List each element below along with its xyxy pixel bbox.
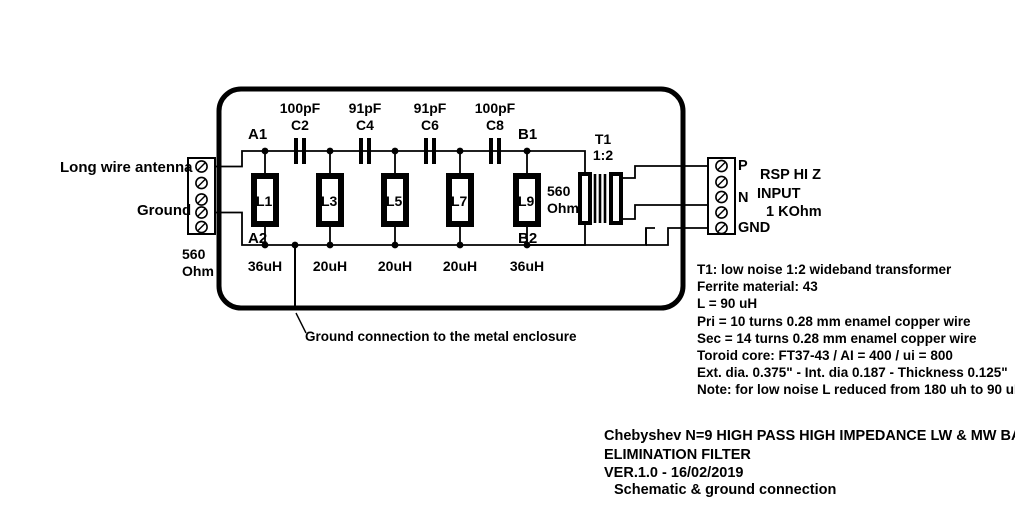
ground-connection-note: Ground connection to the metal enclosure <box>305 329 577 344</box>
inductor-l3-ref: L3 <box>321 193 338 209</box>
transformer-spec-block: T1: low noise 1:2 wideband transformer F… <box>697 262 1015 398</box>
transformer-secondary-coil <box>609 172 623 225</box>
schematic-canvas: Long wire antenna Ground 560 Ohm A1 A2 B… <box>0 0 1015 526</box>
input-resistor-label: 560 Ohm <box>182 246 214 279</box>
output-label-n: N <box>738 190 749 206</box>
ground-label: Ground <box>137 202 192 219</box>
title-line-1: Chebyshev N=9 HIGH PASS HIGH IMPEDANCE L… <box>604 428 1015 444</box>
title-subtitle: Schematic & ground connection <box>614 482 837 498</box>
output-label-p: P <box>738 158 748 174</box>
transformer-secondary-wires <box>621 165 709 220</box>
capacitor-c2-value: 100pF <box>279 100 321 116</box>
rsp-input-line3: 1 KOhm <box>766 204 822 220</box>
capacitor-c6-value: 91pF <box>413 100 447 116</box>
capacitor-c4-value: 91pF <box>348 100 382 116</box>
rsp-input-line2: INPUT <box>757 186 801 202</box>
inductor-l5-ref: L5 <box>386 193 403 209</box>
transformer-ref: T1 <box>594 131 612 147</box>
inductor-l7-value: 20uH <box>442 258 478 274</box>
inductor-l9-value: 36uH <box>509 258 545 274</box>
inductor-l3-value: 20uH <box>312 258 348 274</box>
title-line-3: VER.1.0 - 16/02/2019 <box>604 465 744 481</box>
capacitor-c6-ref: C6 <box>421 117 439 133</box>
capacitor-c2-ref: C2 <box>291 117 309 133</box>
capacitor-c8-value: 100pF <box>474 100 516 116</box>
inductor-l5-value: 20uH <box>377 258 413 274</box>
node-label-b2: B2 <box>518 230 538 247</box>
inductor-l1-value: 36uH <box>247 258 283 274</box>
transformer-ratio: 1:2 <box>592 147 614 163</box>
title-line-2: ELIMINATION FILTER <box>604 446 751 463</box>
antenna-label: Long wire antenna <box>60 159 193 176</box>
rsp-input-line1: RSP HI Z <box>760 167 821 183</box>
transformer-core <box>593 174 607 223</box>
capacitor-c4-ref: C4 <box>356 117 374 133</box>
inductor-l1-ref: L1 <box>256 193 273 209</box>
inductor-l9-ref: L9 <box>518 193 535 209</box>
output-label-gnd: GND <box>738 220 771 236</box>
capacitor-c8-ref: C8 <box>486 117 504 133</box>
node-label-a1: A1 <box>248 126 268 143</box>
output-resistor-label: 560 Ohm <box>547 183 579 216</box>
inductor-l7-ref: L7 <box>451 193 468 209</box>
title-block: Chebyshev N=9 HIGH PASS HIGH IMPEDANCE L… <box>604 427 1015 483</box>
transformer-primary-coil <box>578 172 592 225</box>
node-label-a2: A2 <box>248 230 268 247</box>
